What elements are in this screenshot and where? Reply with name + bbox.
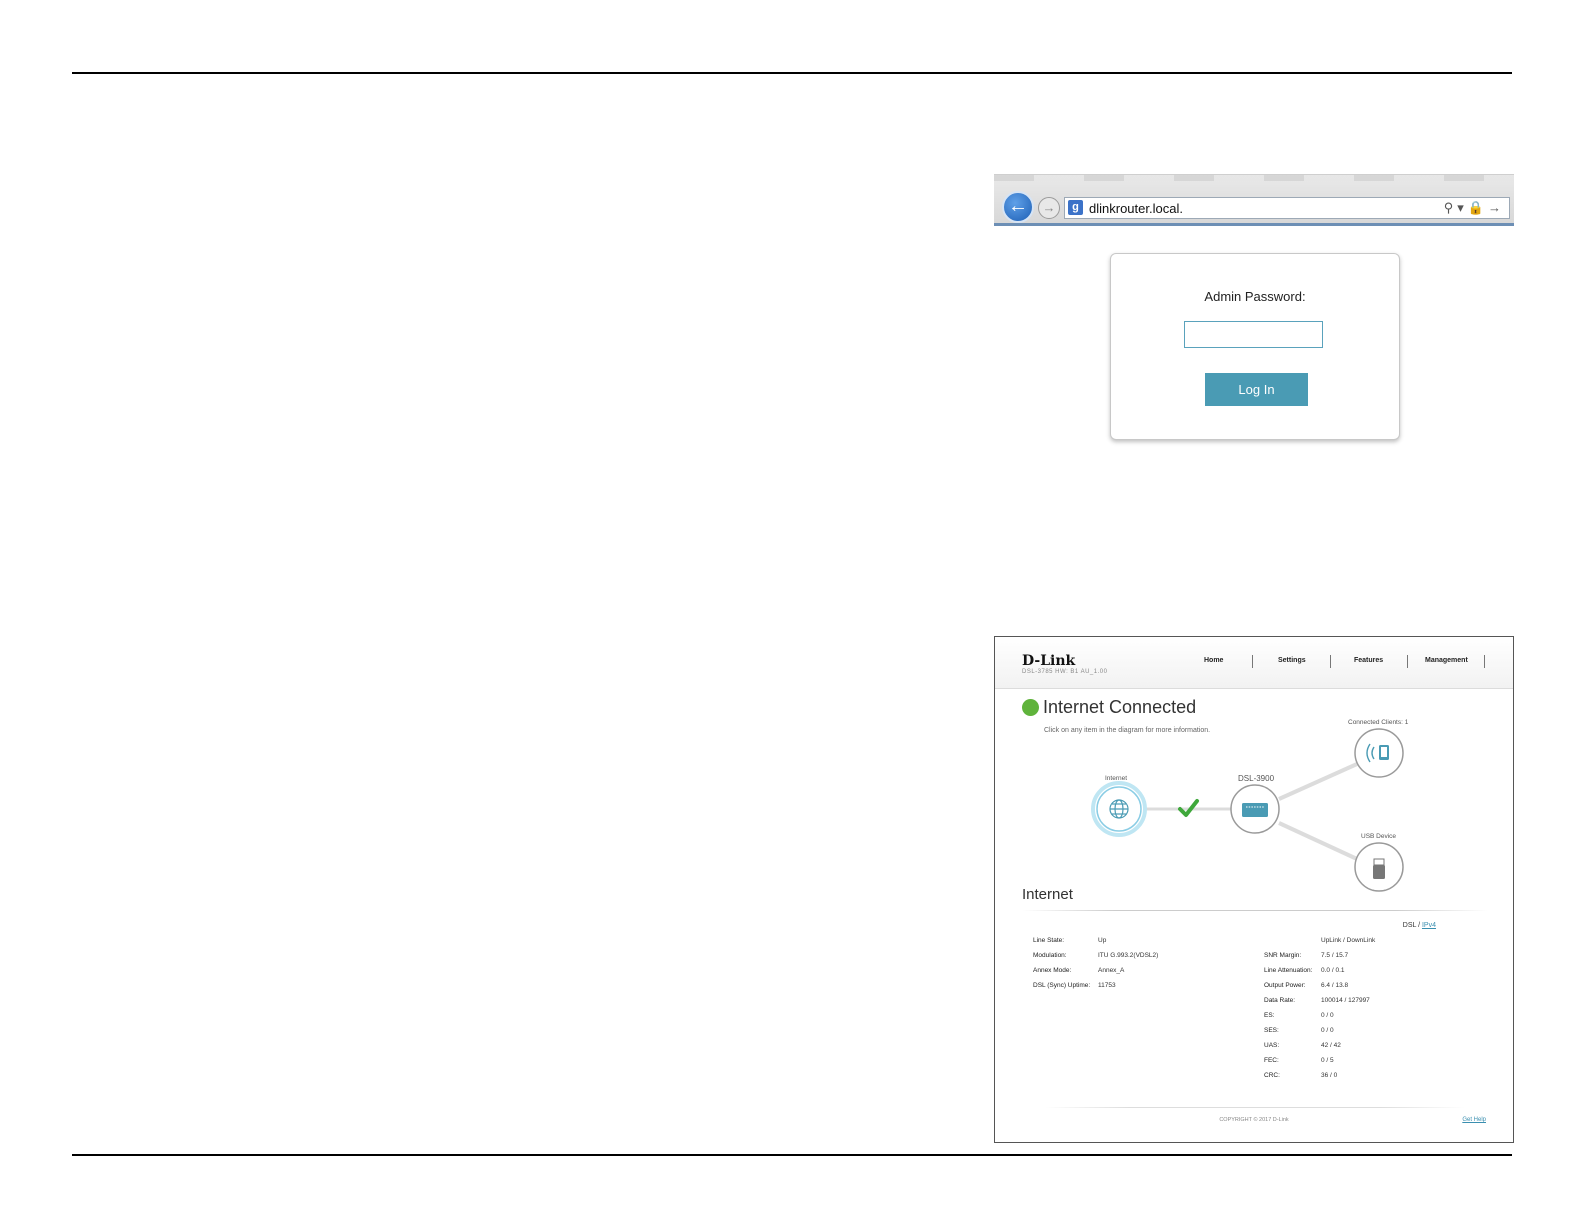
line-state-value: Up xyxy=(1098,937,1107,944)
get-help-link[interactable]: Get Help xyxy=(1462,1117,1486,1123)
router-icon xyxy=(1242,803,1268,817)
line-attenuation-value: 0.0 / 0.1 xyxy=(1321,967,1345,974)
fec-value: 0 / 5 xyxy=(1321,1057,1334,1064)
lock-icon[interactable]: 🔒 xyxy=(1468,200,1488,216)
tab-dsl[interactable]: DSL xyxy=(1403,922,1416,929)
connection-tabs: DSL / IPv4 xyxy=(1403,922,1436,929)
address-bar-tools: ⚲▾🔒→ xyxy=(1444,200,1505,216)
address-bar-url[interactable]: dlinkrouter.local. xyxy=(1089,201,1183,216)
output-power-value: 6.4 / 13.8 xyxy=(1321,982,1349,989)
tab-ipv4[interactable]: IPv4 xyxy=(1422,922,1436,929)
browser-toolbar: ← → g dlinkrouter.local. ⚲▾🔒→ xyxy=(994,174,1514,226)
crc-key: CRC: xyxy=(1264,1072,1280,1079)
section-divider xyxy=(1022,910,1488,911)
dropdown-arrow-icon[interactable]: ▾ xyxy=(1457,200,1468,216)
ses-key: SES: xyxy=(1264,1027,1279,1034)
google-icon: g xyxy=(1068,200,1083,215)
tab-strip xyxy=(994,175,1514,181)
internet-section-title: Internet xyxy=(1022,886,1073,903)
internet-node[interactable] xyxy=(1091,781,1147,837)
modulation-value: ITU G.993.2(VDSL2) xyxy=(1098,952,1159,959)
annex-mode-value: Annex_A xyxy=(1098,967,1125,974)
bottom-rule xyxy=(72,1154,1512,1156)
line-state-key: Line State: xyxy=(1033,937,1065,944)
router-node[interactable] xyxy=(1230,784,1280,834)
uplink-downlink-header: UpLink / DownLink xyxy=(1321,937,1376,944)
usb-node-label: USB Device xyxy=(1361,833,1397,840)
usb-drive-icon xyxy=(1373,858,1385,879)
data-rate-key: Data Rate: xyxy=(1264,997,1296,1004)
annex-mode-key: Annex Mode: xyxy=(1033,967,1072,974)
top-rule xyxy=(72,72,1512,74)
back-arrow-icon[interactable]: ← xyxy=(1002,191,1034,223)
login-button[interactable]: Log In xyxy=(1205,373,1308,406)
snr-margin-key: SNR Margin: xyxy=(1264,952,1302,959)
router-dashboard: D-Link DSL-3785 HW: B1 AU_1.00 Home Sett… xyxy=(994,636,1514,1143)
go-arrow-icon[interactable]: → xyxy=(1488,200,1505,215)
ses-value: 0 / 0 xyxy=(1321,1027,1334,1034)
login-card: Admin Password: Log In xyxy=(1110,253,1400,440)
copyright-text: COPYRIGHT © 2017 D-Link xyxy=(1219,1117,1289,1123)
data-rate-value: 100014 / 127997 xyxy=(1321,997,1370,1004)
output-power-key: Output Power: xyxy=(1264,982,1306,989)
router-node-label: DSL-3900 xyxy=(1238,774,1275,783)
dsl-uptime-value: 11753 xyxy=(1098,982,1116,989)
footer-divider xyxy=(1045,1107,1465,1108)
clients-link-line xyxy=(1278,762,1358,801)
usb-node[interactable] xyxy=(1354,842,1404,892)
search-icon[interactable]: ⚲ xyxy=(1444,200,1458,216)
dsl-uptime-key: DSL (Sync) Uptime: xyxy=(1033,982,1091,989)
crc-value: 36 / 0 xyxy=(1321,1072,1338,1079)
admin-password-input[interactable] xyxy=(1184,321,1323,348)
address-bar[interactable]: g dlinkrouter.local. ⚲▾🔒→ xyxy=(1064,197,1510,219)
modulation-key: Modulation: xyxy=(1033,952,1067,959)
es-key: ES: xyxy=(1264,1012,1275,1019)
clients-node[interactable] xyxy=(1354,728,1404,778)
usb-link-line xyxy=(1278,821,1358,861)
es-value: 0 / 0 xyxy=(1321,1012,1334,1019)
uas-value: 42 / 42 xyxy=(1321,1042,1341,1049)
clients-node-label: Connected Clients: 1 xyxy=(1348,719,1409,726)
admin-password-label: Admin Password: xyxy=(1204,289,1306,304)
fec-key: FEC: xyxy=(1264,1057,1279,1064)
uas-key: UAS: xyxy=(1264,1042,1280,1049)
forward-arrow-icon[interactable]: → xyxy=(1038,197,1060,219)
snr-margin-value: 7.5 / 15.7 xyxy=(1321,952,1349,959)
internet-node-label: Internet xyxy=(1105,775,1128,782)
line-attenuation-key: Line Attenuation: xyxy=(1264,967,1313,974)
